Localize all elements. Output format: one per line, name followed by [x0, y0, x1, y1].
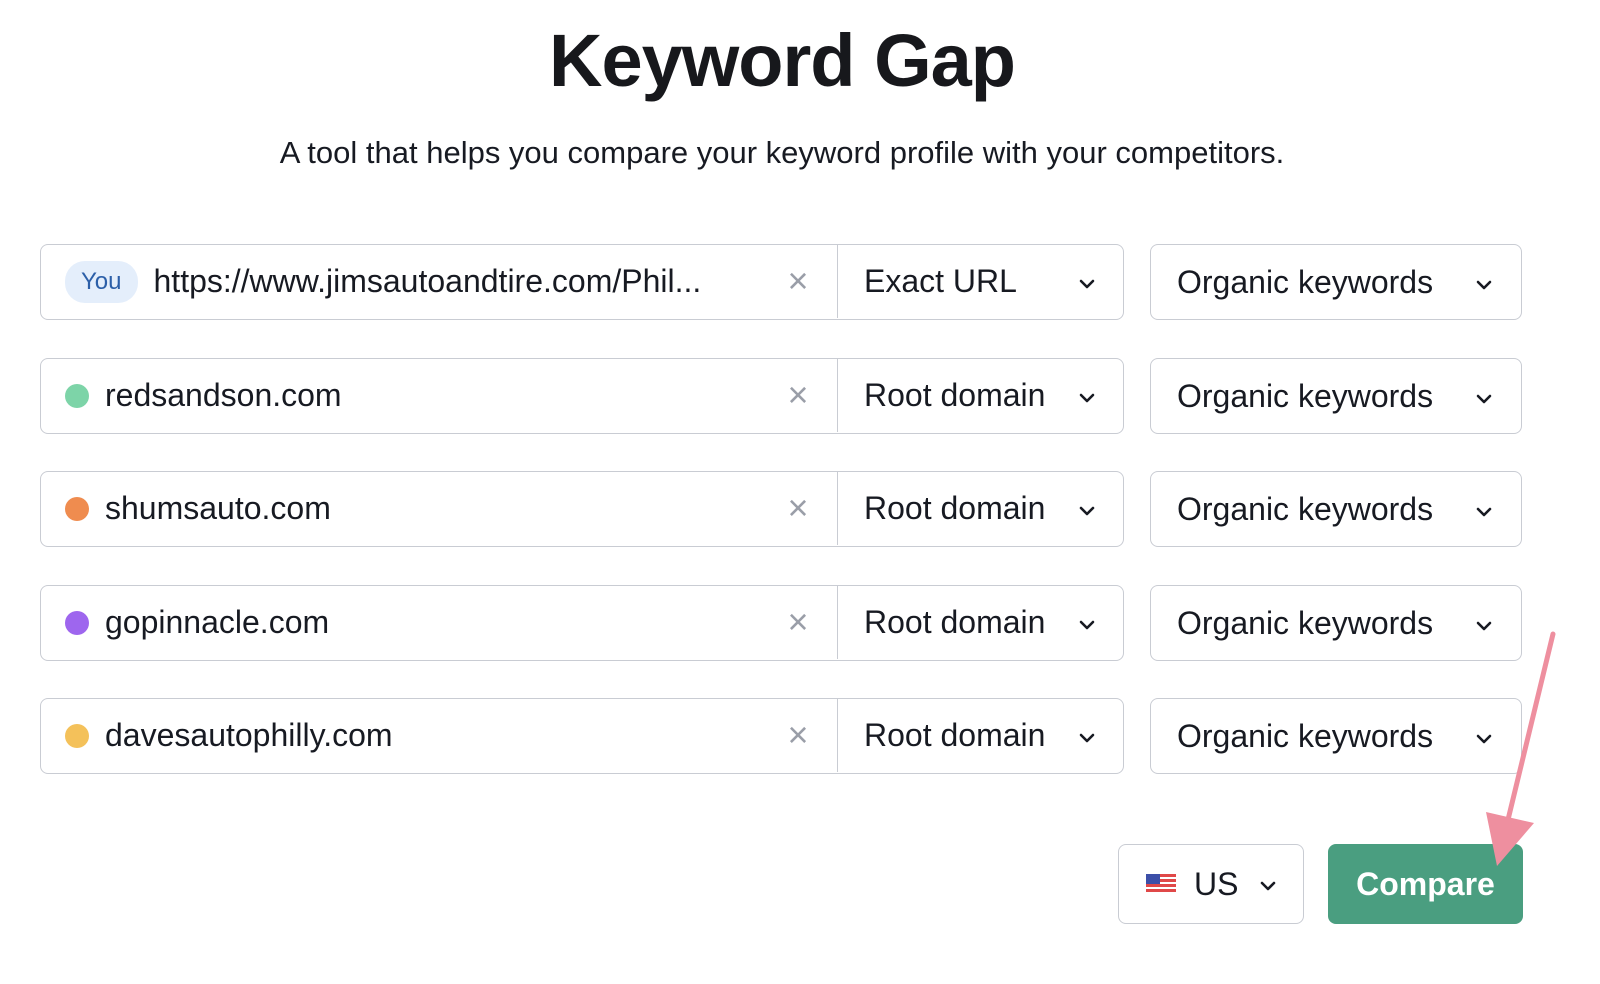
competitor-color-dot — [65, 610, 89, 635]
domain-value: gopinnacle.com — [105, 604, 330, 640]
country-select[interactable]: US — [1118, 844, 1304, 924]
domain-input[interactable]: shumsauto.com — [41, 472, 837, 545]
keyword-type-select[interactable]: Organic keywords — [1150, 244, 1522, 320]
domain-field-group: redsandson.com × Root domain — [40, 358, 1124, 434]
clear-icon[interactable]: × — [783, 715, 813, 755]
domain-input[interactable]: You https://www.jimsautoandtire.com/Phil… — [41, 245, 837, 318]
scope-select[interactable]: Root domain — [837, 699, 1124, 772]
keyword-type-select[interactable]: Organic keywords — [1150, 585, 1522, 661]
compare-button[interactable]: Compare — [1328, 844, 1523, 924]
clear-icon[interactable]: × — [783, 602, 813, 642]
clear-icon[interactable]: × — [783, 488, 813, 528]
competitor-color-dot — [65, 496, 89, 521]
domain-value: https://www.jimsautoandtire.com/Phil... — [153, 263, 702, 299]
you-badge: You — [65, 260, 138, 303]
domain-value: redsandson.com — [105, 377, 342, 413]
chevron-down-icon — [1079, 393, 1095, 403]
chevron-down-icon — [1476, 394, 1492, 404]
chevron-down-icon — [1476, 621, 1492, 631]
keyword-type-select[interactable]: Organic keywords — [1150, 471, 1522, 547]
competitor-color-dot — [65, 383, 89, 408]
keyword-type-label: Organic keywords — [1177, 604, 1434, 641]
competitor-row: davesautophilly.com × Root domain Organi… — [40, 698, 1522, 776]
competitor-color-dot — [65, 723, 89, 748]
domain-field-group: gopinnacle.com × Root domain — [40, 585, 1124, 661]
clear-icon[interactable]: × — [783, 375, 813, 415]
scope-label: Root domain — [864, 377, 1046, 413]
scope-label: Root domain — [864, 717, 1046, 753]
country-label: US — [1194, 865, 1239, 902]
domain-field-group: You https://www.jimsautoandtire.com/Phil… — [40, 244, 1124, 320]
page-subtitle: A tool that helps you compare your keywo… — [279, 135, 1285, 170]
domain-input[interactable]: davesautophilly.com — [41, 699, 837, 772]
domain-field-group: davesautophilly.com × Root domain — [40, 698, 1124, 774]
domain-input[interactable]: gopinnacle.com — [41, 586, 837, 659]
competitor-row: gopinnacle.com × Root domain Organic key… — [40, 585, 1522, 663]
keyword-type-label: Organic keywords — [1177, 717, 1434, 754]
chevron-down-icon — [1260, 881, 1276, 891]
page-title: Keyword Gap — [549, 19, 1016, 102]
chevron-down-icon — [1079, 279, 1095, 289]
us-flag-icon — [1146, 874, 1176, 894]
scope-select[interactable]: Exact URL — [837, 245, 1124, 318]
chevron-down-icon — [1079, 506, 1095, 516]
domain-value: davesautophilly.com — [105, 717, 393, 753]
domain-field-group: shumsauto.com × Root domain — [40, 471, 1124, 547]
scope-select[interactable]: Root domain — [837, 586, 1124, 659]
clear-icon[interactable]: × — [783, 261, 813, 301]
domain-input[interactable]: redsandson.com — [41, 359, 837, 432]
keyword-type-label: Organic keywords — [1177, 263, 1434, 300]
keyword-type-label: Organic keywords — [1177, 377, 1434, 414]
competitor-row: shumsauto.com × Root domain Organic keyw… — [40, 471, 1522, 549]
keyword-type-select[interactable]: Organic keywords — [1150, 698, 1522, 774]
scope-label: Root domain — [864, 604, 1046, 640]
scope-select[interactable]: Root domain — [837, 359, 1124, 432]
scope-label: Root domain — [864, 490, 1046, 526]
keyword-type-select[interactable]: Organic keywords — [1150, 358, 1522, 434]
chevron-down-icon — [1079, 620, 1095, 630]
chevron-down-icon — [1476, 507, 1492, 517]
chevron-down-icon — [1476, 280, 1492, 290]
keyword-type-label: Organic keywords — [1177, 490, 1434, 527]
scope-select[interactable]: Root domain — [837, 472, 1124, 545]
scope-label: Exact URL — [864, 263, 1017, 299]
domain-value: shumsauto.com — [105, 490, 331, 526]
chevron-down-icon — [1079, 733, 1095, 743]
competitor-row: redsandson.com × Root domain Organic key… — [40, 358, 1522, 436]
chevron-down-icon — [1476, 734, 1492, 744]
competitor-row: You https://www.jimsautoandtire.com/Phil… — [40, 244, 1522, 322]
